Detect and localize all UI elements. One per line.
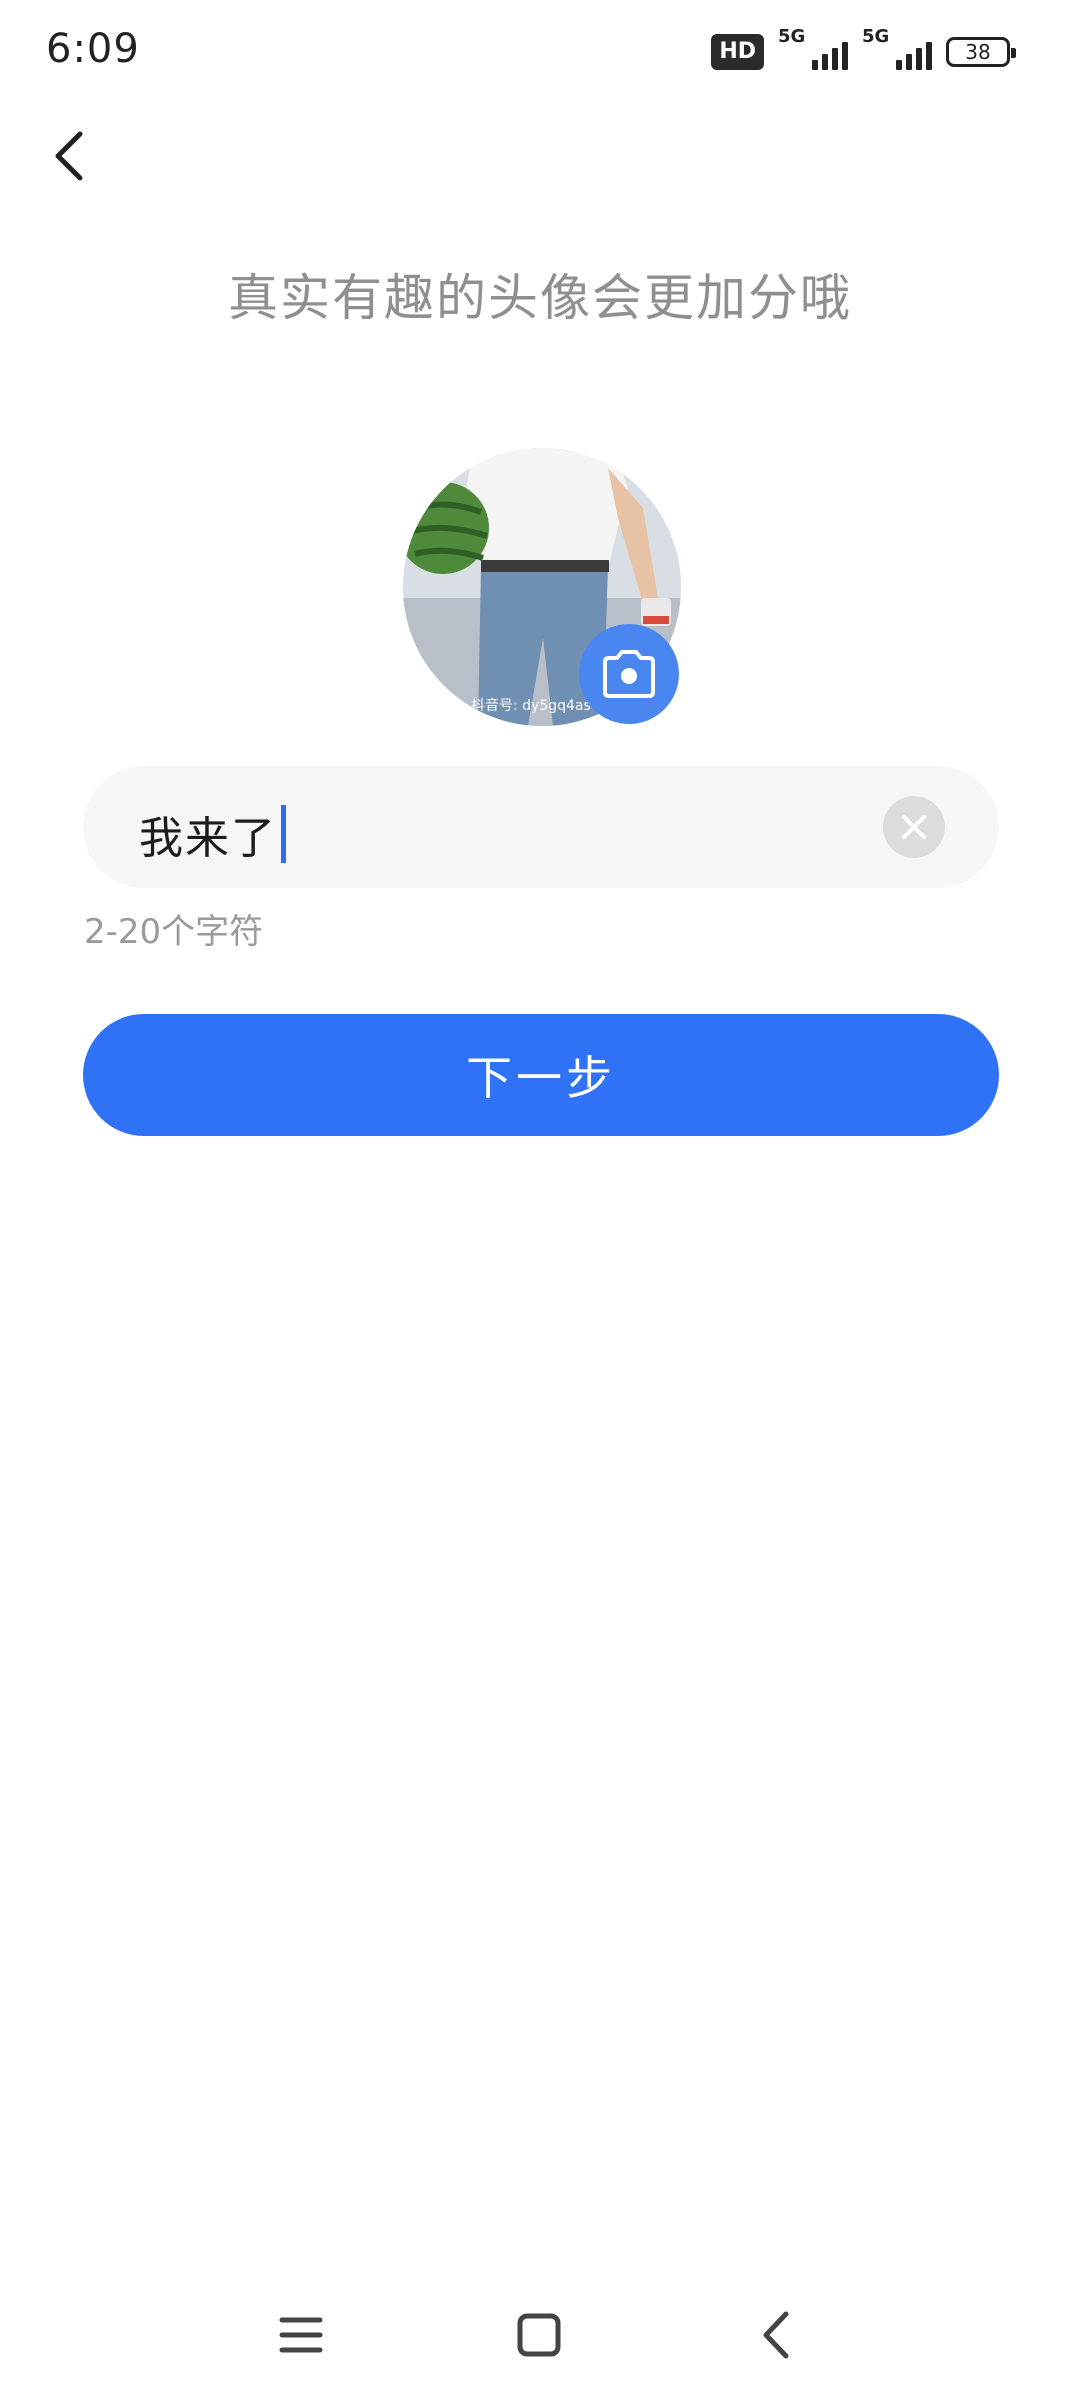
home-icon (517, 2313, 561, 2357)
system-back-button[interactable] (742, 2300, 812, 2370)
recent-apps-button[interactable] (266, 2300, 336, 2370)
menu-icon (279, 2317, 323, 2353)
signal-icon: 5G (778, 26, 848, 74)
text-caret (281, 805, 286, 863)
screen: 6:09 HD 5G 5G 38 真实有趣的头像会更加分哦 抖音号: dy5gq… (0, 0, 1080, 2400)
network-label: 5G (778, 26, 806, 47)
nickname-input[interactable]: 我来了 (83, 766, 999, 888)
page-heading: 真实有趣的头像会更加分哦 (228, 269, 852, 327)
avatar-picker[interactable]: 抖音号: dy5gq4as (403, 448, 681, 726)
next-step-button[interactable]: 下一步 (83, 1014, 999, 1136)
status-time: 6:09 (46, 26, 140, 72)
status-icons: HD 5G 5G 38 (711, 26, 1016, 74)
chevron-left-icon (55, 131, 83, 181)
clear-input-button[interactable] (883, 796, 945, 858)
nickname-value: 我来了 (139, 813, 277, 864)
signal-icon: 5G (862, 26, 932, 74)
avatar-watermark: 抖音号: dy5gq4as (471, 697, 591, 714)
back-button[interactable] (40, 120, 104, 192)
nickname-hint: 2-20个字符 (84, 912, 264, 952)
hd-badge: HD (711, 34, 764, 70)
battery-level: 38 (965, 40, 991, 64)
network-label: 5G (862, 26, 890, 47)
battery-icon: 38 (946, 37, 1016, 67)
close-icon (902, 815, 926, 839)
home-button[interactable] (504, 2300, 574, 2370)
navigation-bar (0, 2290, 1080, 2380)
status-bar: 6:09 HD 5G 5G 38 (0, 0, 1080, 100)
camera-icon (603, 650, 655, 698)
back-icon (763, 2311, 789, 2359)
nickname-field[interactable]: 我来了 (139, 802, 286, 866)
camera-button[interactable] (579, 624, 679, 724)
